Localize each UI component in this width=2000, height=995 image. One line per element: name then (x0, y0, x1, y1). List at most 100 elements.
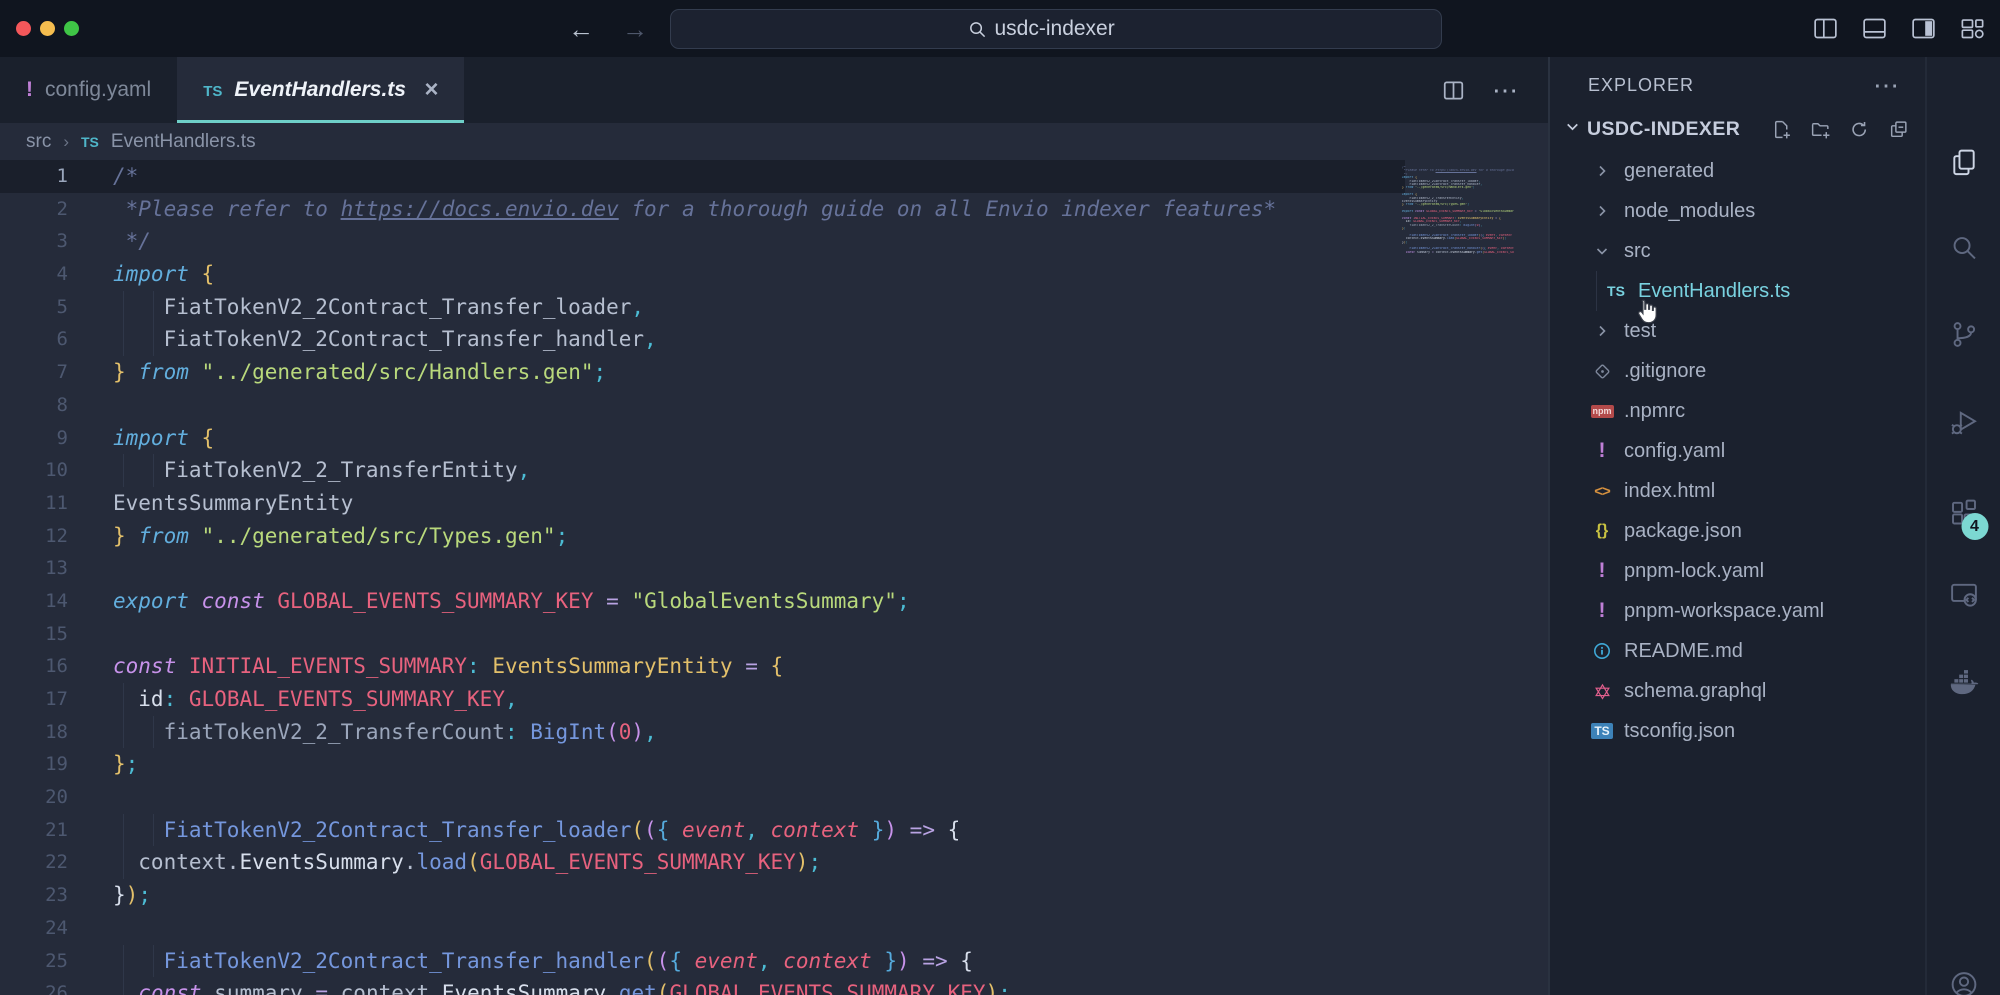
tree-item-index-html[interactable]: <>index.html (1550, 471, 1925, 511)
split-editor-icon[interactable] (1441, 78, 1466, 103)
code-line[interactable]: 10 FiatTokenV2_2_TransferEntity, (0, 454, 1548, 487)
code-line[interactable]: 11EventsSummaryEntity (0, 487, 1548, 520)
source-control-icon[interactable] (1948, 319, 1979, 355)
code-line[interactable]: 7} from "../generated/src/Handlers.gen"; (0, 356, 1548, 389)
extensions-badge: 4 (1961, 513, 1988, 540)
code-line[interactable]: 16const INITIAL_EVENTS_SUMMARY: EventsSu… (0, 650, 1548, 683)
navigate-back-button[interactable]: ← (568, 16, 594, 42)
tree-item-label: pnpm-lock.yaml (1624, 560, 1764, 583)
tree-item-generated[interactable]: generated (1550, 151, 1925, 191)
minimize-window-button[interactable] (40, 21, 55, 36)
line-number: 3 (0, 225, 68, 258)
toggle-panel-icon[interactable] (1861, 15, 1888, 42)
tree-item-package-json[interactable]: {}package.json (1550, 511, 1925, 551)
yaml-icon: ! (1590, 439, 1614, 463)
line-number: 23 (0, 879, 68, 912)
command-center-search[interactable] (670, 9, 1442, 49)
tree-item-src[interactable]: src (1550, 231, 1925, 271)
tree-item-label: .npmrc (1624, 400, 1685, 423)
tree-item--npmrc[interactable]: npm .npmrc (1550, 391, 1925, 431)
code-line[interactable]: 3 */ (0, 225, 1548, 258)
code-line[interactable]: 1/* (0, 160, 1548, 193)
code-line[interactable]: 24 (0, 912, 1548, 945)
traffic-lights (16, 21, 79, 36)
tab-eventhandlers-ts[interactable]: TS EventHandlers.ts × (177, 57, 464, 123)
search-input[interactable] (995, 17, 1145, 41)
code-line[interactable]: 2 *Please refer to https://docs.envio.de… (0, 193, 1548, 226)
minimap[interactable]: /* *Please refer to https://docs.envio.d… (1402, 166, 1514, 254)
tab-config-yaml[interactable]: ! config.yaml (0, 57, 177, 123)
code-editor[interactable]: 1/*2 *Please refer to https://docs.envio… (0, 160, 1548, 995)
customize-layout-icon[interactable] (1959, 15, 1986, 42)
code-line[interactable]: 8 (0, 389, 1548, 422)
tree-item-schema-graphql[interactable]: schema.graphql (1550, 671, 1925, 711)
line-number: 14 (0, 585, 68, 618)
json-icon: {} (1590, 522, 1614, 540)
workspace-root-label: USDC-INDEXER (1587, 118, 1740, 141)
refresh-explorer-icon[interactable] (1849, 119, 1870, 140)
tree-item-eventhandlers-ts[interactable]: TSEventHandlers.ts (1550, 271, 1925, 311)
tree-item-test[interactable]: test (1550, 311, 1925, 351)
code-line[interactable]: 9import { (0, 422, 1548, 455)
line-number: 9 (0, 422, 68, 455)
explorer-icon[interactable] (1948, 147, 1979, 183)
code-line[interactable]: 23}); (0, 879, 1548, 912)
breadcrumb-folder[interactable]: src (26, 131, 51, 153)
code-line[interactable]: 22 context.EventsSummary.load(GLOBAL_EVE… (0, 846, 1548, 879)
chevron-right-icon (1590, 323, 1614, 339)
new-folder-icon[interactable] (1810, 119, 1831, 140)
remote-explorer-icon[interactable] (1948, 579, 1979, 615)
git-icon (1590, 363, 1614, 380)
code-line[interactable]: 18 fiatTokenV2_2_TransferCount: BigInt(0… (0, 716, 1548, 749)
file-tree: generatednode_modulessrcTSEventHandlers.… (1550, 151, 1925, 995)
collapse-folders-icon[interactable] (1888, 119, 1909, 140)
tree-item-node-modules[interactable]: node_modules (1550, 191, 1925, 231)
code-line[interactable]: 13 (0, 552, 1548, 585)
tree-item-pnpm-lock-yaml[interactable]: !pnpm-lock.yaml (1550, 551, 1925, 591)
code-line[interactable]: 4import { (0, 258, 1548, 291)
more-editor-actions-icon[interactable]: ⋯ (1492, 75, 1520, 106)
line-number: 5 (0, 291, 68, 324)
explorer-more-actions-icon[interactable]: ⋯ (1873, 80, 1901, 90)
tree-item-label: index.html (1624, 480, 1715, 503)
tree-item-label: pnpm-workspace.yaml (1624, 600, 1824, 623)
line-number: 20 (0, 781, 68, 814)
extensions-icon[interactable]: 4 (1948, 497, 1979, 533)
new-file-icon[interactable] (1771, 119, 1792, 140)
toggle-secondary-sidebar-icon[interactable] (1910, 15, 1937, 42)
tree-item-pnpm-workspace-yaml[interactable]: !pnpm-workspace.yaml (1550, 591, 1925, 631)
breadcrumb: src › TS EventHandlers.ts (0, 123, 1548, 160)
code-line[interactable]: 12} from "../generated/src/Types.gen"; (0, 520, 1548, 553)
navigate-forward-button[interactable]: → (622, 16, 648, 42)
docker-icon[interactable] (1947, 665, 1980, 703)
code-line[interactable]: 17 id: GLOBAL_EVENTS_SUMMARY_KEY, (0, 683, 1548, 716)
readme-info-icon (1590, 642, 1614, 660)
code-line[interactable]: 26 const summary = context.EventsSummary… (0, 977, 1548, 995)
code-line[interactable]: 19}; (0, 748, 1548, 781)
breadcrumb-file[interactable]: EventHandlers.ts (111, 131, 256, 153)
tab-label: EventHandlers.ts (234, 78, 406, 102)
npm-icon: npm (1590, 405, 1614, 418)
accounts-icon[interactable] (1948, 969, 1979, 995)
code-line[interactable]: 5 FiatTokenV2_2Contract_Transfer_loader, (0, 291, 1548, 324)
code-line[interactable]: 14export const GLOBAL_EVENTS_SUMMARY_KEY… (0, 585, 1548, 618)
tree-item-label: tsconfig.json (1624, 720, 1735, 743)
tree-item--gitignore[interactable]: .gitignore (1550, 351, 1925, 391)
code-line[interactable]: 21 FiatTokenV2_2Contract_Transfer_loader… (0, 814, 1548, 847)
workspace-root-row[interactable]: USDC-INDEXER (1550, 107, 1925, 151)
code-line[interactable]: 20 (0, 781, 1548, 814)
tree-item-readme-md[interactable]: README.md (1550, 631, 1925, 671)
search-icon[interactable] (1948, 232, 1979, 268)
line-number: 19 (0, 748, 68, 781)
toggle-primary-sidebar-icon[interactable] (1812, 15, 1839, 42)
code-line[interactable]: 25 FiatTokenV2_2Contract_Transfer_handle… (0, 945, 1548, 978)
close-window-button[interactable] (16, 21, 31, 36)
tree-item-config-yaml[interactable]: !config.yaml (1550, 431, 1925, 471)
close-tab-icon[interactable]: × (424, 76, 438, 104)
code-line[interactable]: 15 (0, 618, 1548, 651)
run-and-debug-icon[interactable] (1948, 407, 1979, 443)
code-line[interactable]: 6 FiatTokenV2_2Contract_Transfer_handler… (0, 323, 1548, 356)
zoom-window-button[interactable] (64, 21, 79, 36)
tree-item-tsconfig-json[interactable]: TStsconfig.json (1550, 711, 1925, 751)
line-number: 7 (0, 356, 68, 389)
